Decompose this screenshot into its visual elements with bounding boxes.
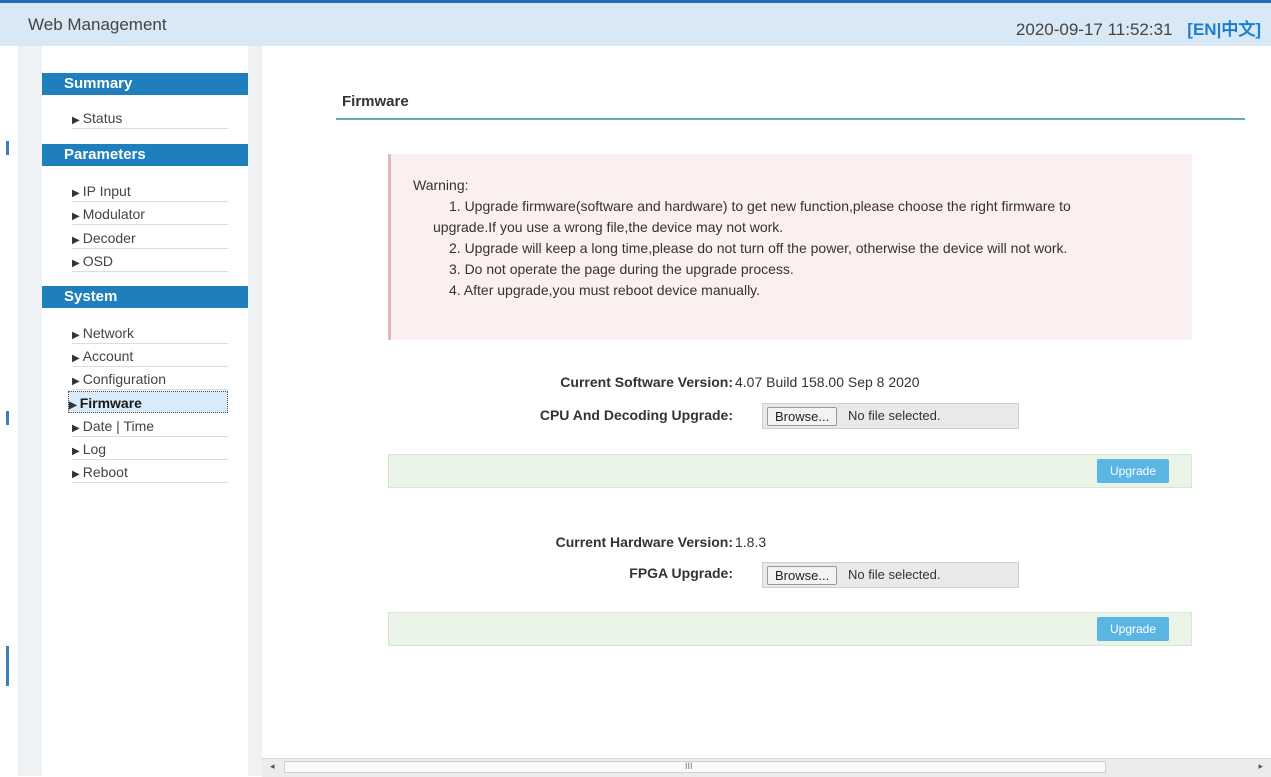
scroll-right-icon[interactable]: ▸ — [1258, 761, 1263, 772]
window-edge — [0, 46, 19, 776]
warning-heading: Warning: — [413, 177, 469, 193]
sidebar-menu: Summary ▶ Status Parameters ▶ IP Input ▶ Mo… — [42, 46, 248, 776]
fpga-file-input[interactable]: Browse... No file selected. — [762, 562, 1019, 588]
datetime: 2020-09-17 11:52:31 — [1015, 20, 1173, 39]
triangle-right-icon: ▶ — [72, 258, 80, 269]
sidebar-item-configuration[interactable]: ▶ Configuration — [72, 368, 228, 390]
triangle-right-icon: ▶ — [72, 115, 80, 126]
sidebar-item-network[interactable]: ▶ Network — [72, 322, 228, 344]
hardware-action-bar: Upgrade — [388, 612, 1192, 646]
warning-line-4: 4. After upgrade,you must reboot device … — [449, 282, 761, 298]
app-title: Web Management — [28, 15, 167, 34]
sidebar-item-ip-input[interactable]: ▶ IP Input — [72, 180, 228, 202]
warning-box: Warning: 1. Upgrade firmware(software an… — [388, 154, 1192, 340]
triangle-right-icon: ▶ — [72, 353, 80, 364]
horizontal-scrollbar[interactable]: ◂ III ▸ — [262, 758, 1271, 777]
hardware-version-value: 1.8.3 — [735, 534, 767, 550]
triangle-right-icon: ▶ — [72, 188, 80, 199]
sidebar: Summary ▶ Status Parameters ▶ IP Input ▶ Mo… — [18, 46, 262, 776]
software-version-value: 4.07 Build 158.00 Sep 8 2020 — [735, 374, 920, 390]
hardware-upgrade-button[interactable]: Upgrade — [1097, 617, 1169, 641]
cpu-browse-button[interactable]: Browse... — [767, 407, 838, 426]
fpga-file-status: No file selected. — [848, 567, 941, 582]
sidebar-item-decoder[interactable]: ▶ Decoder — [72, 227, 228, 249]
triangle-right-icon: ▶ — [72, 469, 80, 480]
triangle-right-icon: ▶ — [72, 211, 80, 222]
section-parameters: Parameters — [42, 144, 248, 166]
section-summary: Summary — [42, 73, 248, 95]
sidebar-item-status[interactable]: ▶ Status — [72, 107, 228, 129]
sidebar-item-date-time[interactable]: ▶ Date | Time — [72, 415, 228, 437]
scroll-left-icon[interactable]: ◂ — [270, 761, 275, 772]
fpga-browse-button[interactable]: Browse... — [767, 566, 838, 585]
warning-line-1: 1. Upgrade firmware(software and hardwar… — [449, 198, 1071, 214]
main-content: Firmware Warning: 1. Upgrade firmware(so… — [262, 46, 1271, 776]
software-version-label: Current Software Version: — [560, 374, 733, 390]
triangle-right-icon: ▶ — [72, 423, 80, 434]
edge-mark — [6, 646, 9, 686]
sidebar-item-modulator[interactable]: ▶ Modulator — [72, 203, 228, 225]
sidebar-item-osd[interactable]: ▶ OSD — [72, 250, 228, 272]
hardware-version-label: Current Hardware Version: — [555, 534, 733, 550]
triangle-right-icon: ▶ — [72, 446, 80, 457]
scroll-grip-icon: III — [685, 761, 693, 771]
header-right: 2020-09-17 11:52:31 [EN|中文] — [1016, 15, 1261, 40]
lang-zh-link[interactable]: 中文 — [1221, 20, 1255, 39]
cpu-file-status: No file selected. — [848, 408, 941, 423]
software-upgrade-button[interactable]: Upgrade — [1097, 459, 1169, 483]
triangle-right-icon: ▶ — [72, 235, 80, 246]
sidebar-item-account[interactable]: ▶ Account — [72, 345, 228, 367]
page-title: Firmware — [342, 93, 409, 110]
title-divider — [336, 118, 1245, 120]
edge-mark — [6, 411, 9, 425]
section-system: System — [42, 286, 248, 308]
cpu-file-input[interactable]: Browse... No file selected. — [762, 403, 1019, 429]
warning-line-3: 3. Do not operate the page during the up… — [449, 261, 794, 277]
edge-mark — [6, 141, 9, 155]
triangle-right-icon: ▶ — [69, 400, 77, 411]
triangle-right-icon: ▶ — [72, 376, 80, 387]
sidebar-item-firmware[interactable]: ▶ Firmware — [68, 391, 228, 413]
sidebar-item-log[interactable]: ▶ Log — [72, 438, 228, 460]
warning-line-1-cont: upgrade.If you use a wrong file,the devi… — [433, 219, 784, 235]
language-switch: [EN|中文] — [1187, 20, 1261, 39]
fpga-upgrade-label: FPGA Upgrade: — [629, 565, 733, 581]
software-action-bar: Upgrade — [388, 454, 1192, 488]
sidebar-item-reboot[interactable]: ▶ Reboot — [72, 461, 228, 483]
header-bar: Web Management 2020-09-17 11:52:31 [EN|中… — [0, 0, 1271, 46]
triangle-right-icon: ▶ — [72, 330, 80, 341]
scrollbar-thumb[interactable]: III — [284, 761, 1106, 773]
warning-line-2: 2. Upgrade will keep a long time,please … — [449, 240, 1068, 256]
lang-en-link[interactable]: EN — [1193, 20, 1217, 39]
cpu-upgrade-label: CPU And Decoding Upgrade: — [539, 407, 733, 423]
